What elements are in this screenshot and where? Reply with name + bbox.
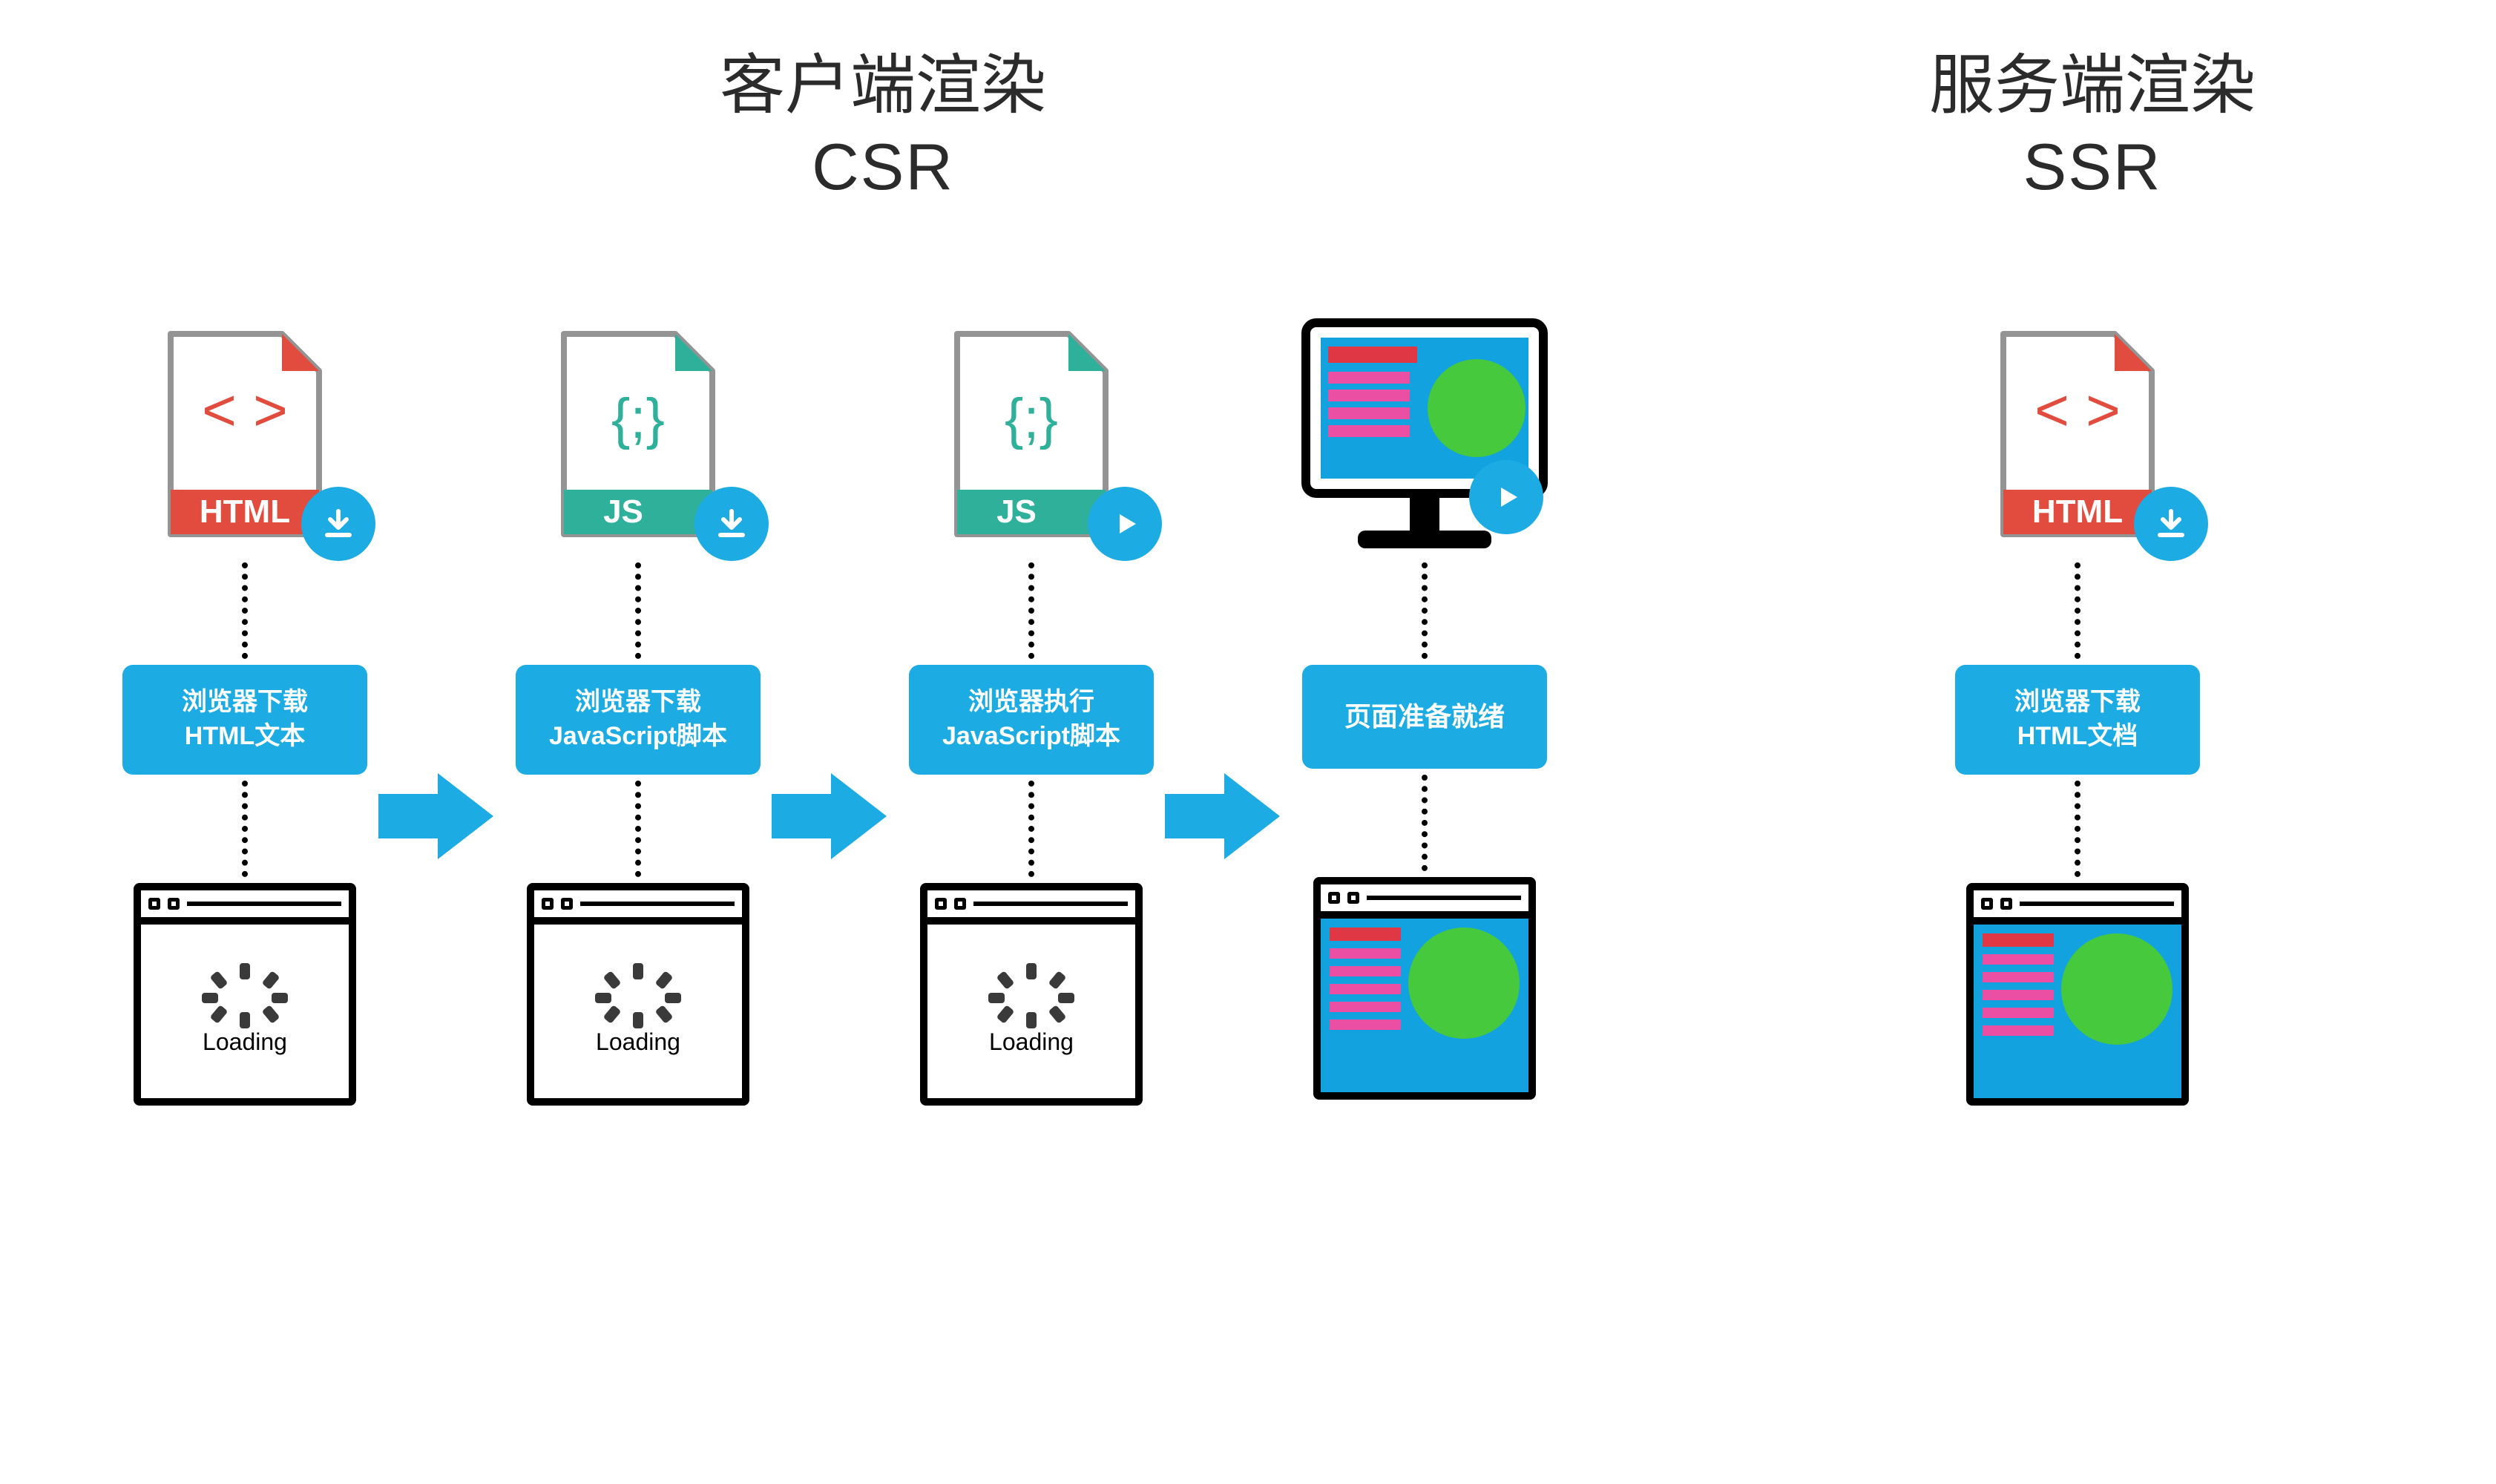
step-box: 浏览器执行 JavaScript脚本 xyxy=(909,665,1154,775)
csr-stage-3: {;} JS 浏览器执行 JavaScript脚本 Loading xyxy=(898,319,1165,1106)
js-file-icon: {;} JS xyxy=(927,319,1135,556)
csr-header-line1: 客户端渲染 xyxy=(549,45,1217,126)
step-label-line2: JavaScript脚本 xyxy=(526,720,750,754)
html-file-icon: < > HTML xyxy=(1974,319,2181,556)
step-box: 浏览器下载 JavaScript脚本 xyxy=(516,665,761,775)
step-label-line1: 浏览器下载 xyxy=(526,686,750,720)
browser-rendered-icon xyxy=(1966,883,2189,1106)
svg-text:HTML: HTML xyxy=(2032,493,2123,530)
ssr-header-line1: 服务端渲染 xyxy=(1796,45,2389,126)
spinner-icon xyxy=(200,966,289,1025)
play-icon xyxy=(1469,460,1543,534)
csr-stage-2: {;} JS 浏览器下载 JavaScript脚本 Loading xyxy=(505,319,772,1106)
csr-header-line2: CSR xyxy=(549,126,1217,208)
step-label-line1: 浏览器下载 xyxy=(133,686,357,720)
connector-dotted xyxy=(635,781,641,877)
svg-text:HTML: HTML xyxy=(200,493,290,530)
download-icon xyxy=(301,487,375,561)
browser-loading-icon: Loading xyxy=(920,883,1143,1106)
csr-stage-1: < > HTML 浏览器下载 HTML文本 Loading xyxy=(111,319,378,1106)
arrow-right-icon xyxy=(1165,764,1284,868)
svg-text:< >: < > xyxy=(202,377,288,443)
step-box: 浏览器下载 HTML文本 xyxy=(122,665,367,775)
html-file-icon: < > HTML xyxy=(141,319,349,556)
step-label-line1: 页面准备就绪 xyxy=(1313,699,1537,735)
csr-stage-4: 页面准备就绪 xyxy=(1291,319,1558,1100)
download-icon xyxy=(694,487,769,561)
connector-dotted xyxy=(1028,781,1034,877)
browser-loading-icon: Loading xyxy=(134,883,356,1106)
connector-dotted xyxy=(1422,562,1428,659)
csr-header: 客户端渲染 CSR xyxy=(549,45,1217,208)
step-label-line2: JavaScript脚本 xyxy=(919,720,1143,754)
svg-text:JS: JS xyxy=(603,493,643,530)
monitor-rendered-icon xyxy=(1321,319,1528,556)
connector-dotted xyxy=(2075,781,2080,877)
connector-dotted xyxy=(242,781,248,877)
browser-loading-icon: Loading xyxy=(527,883,749,1106)
spinner-icon xyxy=(594,966,683,1025)
spinner-icon xyxy=(987,966,1076,1025)
svg-text:{;}: {;} xyxy=(611,387,665,450)
browser-rendered-icon xyxy=(1313,877,1536,1100)
arrow-right-icon xyxy=(378,764,497,868)
svg-text:JS: JS xyxy=(996,493,1037,530)
connector-dotted xyxy=(242,562,248,659)
connector-dotted xyxy=(1422,775,1428,871)
connector-dotted xyxy=(1028,562,1034,659)
svg-text:< >: < > xyxy=(2034,377,2121,443)
ssr-header-line2: SSR xyxy=(1796,126,2389,208)
step-box: 浏览器下载 HTML文档 xyxy=(1955,665,2200,775)
js-file-icon: {;} JS xyxy=(534,319,742,556)
step-box: 页面准备就绪 xyxy=(1302,665,1547,769)
loading-label: Loading xyxy=(596,1028,680,1056)
step-label-line1: 浏览器执行 xyxy=(919,686,1143,720)
loading-label: Loading xyxy=(989,1028,1074,1056)
ssr-stage-1: < > HTML 浏览器下载 HTML文档 xyxy=(1944,319,2211,1106)
svg-text:{;}: {;} xyxy=(1005,387,1058,450)
arrow-right-icon xyxy=(772,764,890,868)
step-label-line2: HTML文档 xyxy=(1965,720,2190,754)
connector-dotted xyxy=(635,562,641,659)
step-label-line2: HTML文本 xyxy=(133,720,357,754)
loading-label: Loading xyxy=(203,1028,287,1056)
ssr-header: 服务端渲染 SSR xyxy=(1796,45,2389,208)
step-label-line1: 浏览器下载 xyxy=(1965,686,2190,720)
connector-dotted xyxy=(2075,562,2080,659)
download-icon xyxy=(2134,487,2208,561)
play-icon xyxy=(1088,487,1162,561)
